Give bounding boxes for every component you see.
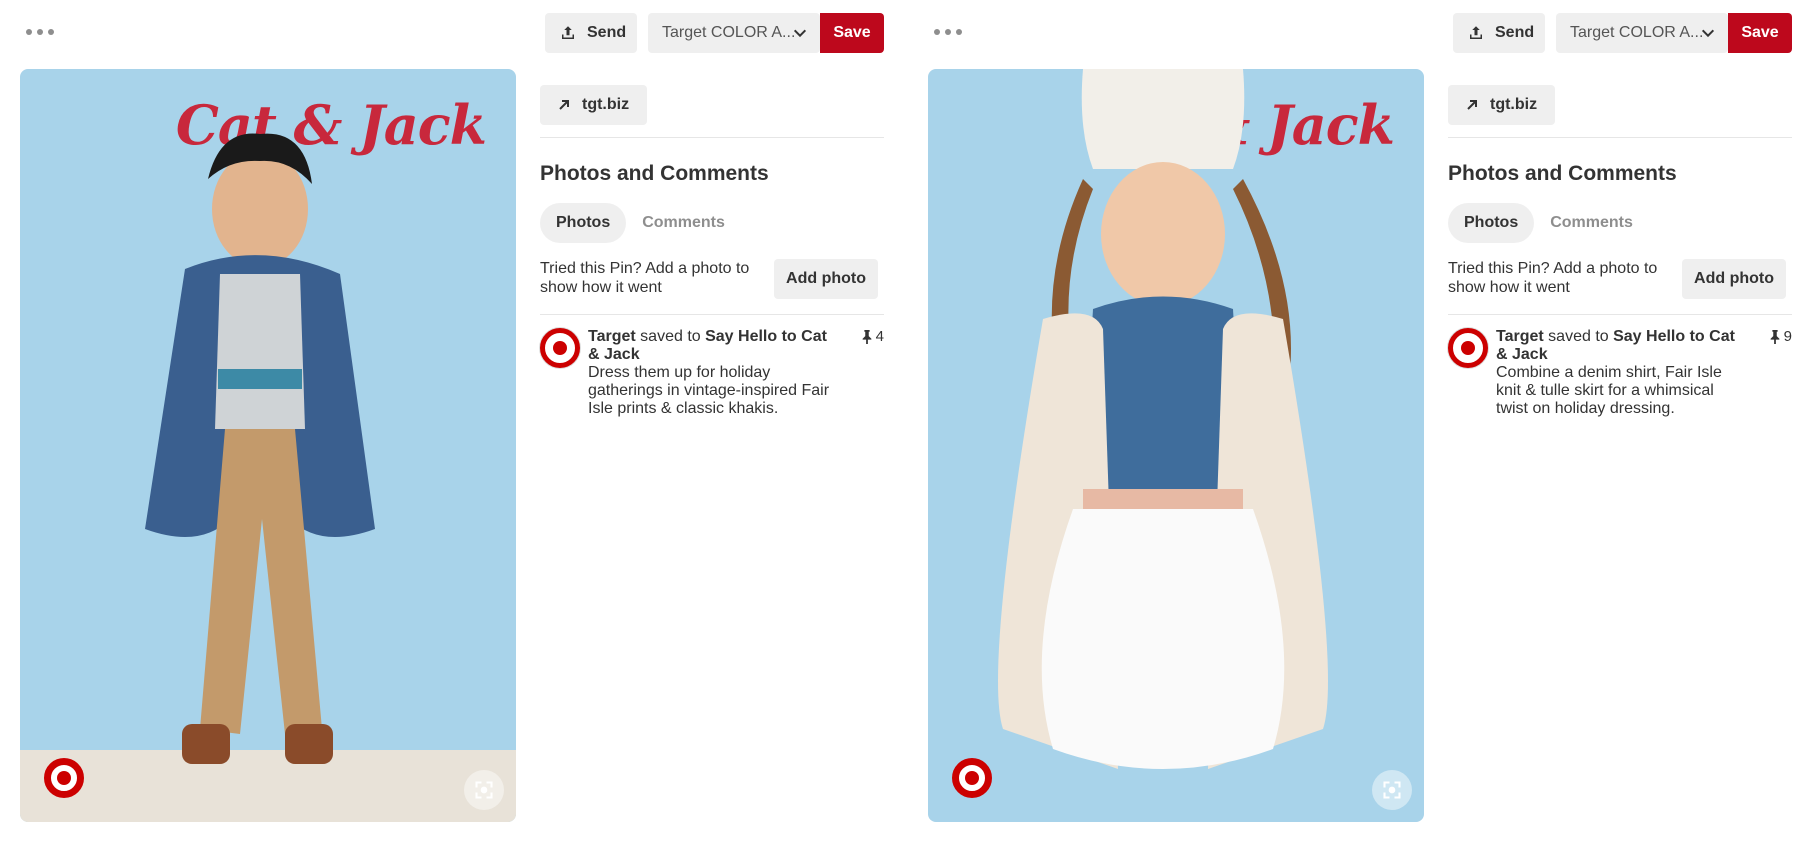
- board-select-label: Target COLOR A...: [1570, 24, 1704, 41]
- chevron-down-icon: [1701, 29, 1715, 38]
- saved-to-text: saved to: [1548, 328, 1609, 345]
- tried-pin-text: Tried this Pin? Add a photo to show how …: [1448, 260, 1658, 296]
- arrow-up-right-icon: [559, 100, 569, 110]
- pin-icon: [1770, 329, 1780, 344]
- add-photo-button[interactable]: Add photo: [774, 259, 878, 299]
- more-options-icon[interactable]: [934, 22, 962, 42]
- comment-user[interactable]: Target: [1496, 328, 1544, 345]
- save-label: Save: [833, 24, 871, 41]
- tried-pin-text: Tried this Pin? Add a photo to show how …: [540, 260, 750, 296]
- child-figure: [998, 69, 1328, 769]
- chevron-down-icon: [793, 29, 807, 38]
- source-link-label: tgt.biz: [582, 96, 630, 113]
- save-label: Save: [1741, 24, 1779, 41]
- avatar[interactable]: [540, 328, 580, 368]
- comment-description: Dress them up for holiday gatherings in …: [588, 364, 830, 417]
- add-photo-button[interactable]: Add photo: [1682, 259, 1786, 299]
- expand-icon[interactable]: [1372, 770, 1412, 810]
- pin-card-2: Send Target COLOR A... Save Cat & Jack t…: [908, 0, 1800, 845]
- target-logo-icon: [952, 758, 992, 798]
- pin-image[interactable]: Cat & Jack: [928, 69, 1424, 822]
- send-label: Send: [587, 24, 627, 41]
- pin-icon: [862, 329, 872, 344]
- send-icon: [1470, 26, 1482, 39]
- pin-image[interactable]: Cat & Jack: [20, 69, 516, 822]
- save-button[interactable]: Save: [1728, 13, 1792, 53]
- saved-to-text: saved to: [640, 328, 701, 345]
- source-link-button[interactable]: tgt.biz: [540, 85, 648, 125]
- repin-count: 4: [861, 328, 884, 345]
- divider: [1448, 137, 1792, 138]
- save-button[interactable]: Save: [820, 13, 884, 53]
- divider: [540, 137, 884, 138]
- more-options-icon[interactable]: [26, 22, 54, 42]
- source-link-button[interactable]: tgt.biz: [1448, 85, 1556, 125]
- tab-comments[interactable]: Comments: [626, 203, 741, 243]
- board-select[interactable]: Target COLOR A...: [1556, 13, 1728, 53]
- repin-count-value: 9: [1783, 328, 1792, 345]
- expand-icon[interactable]: [464, 770, 504, 810]
- comment-body: Target saved to Say Hello to Cat & Jack …: [588, 328, 836, 418]
- divider: [540, 314, 884, 315]
- board-select[interactable]: Target COLOR A...: [648, 13, 820, 53]
- child-figure: [145, 133, 375, 764]
- tabs: Photos Comments: [1448, 203, 1649, 243]
- board-select-label: Target COLOR A...: [662, 24, 796, 41]
- source-link-label: tgt.biz: [1490, 96, 1538, 113]
- arrow-up-right-icon: [1467, 100, 1477, 110]
- tab-photos[interactable]: Photos: [540, 203, 627, 243]
- target-logo-icon: [44, 758, 84, 798]
- tab-comments[interactable]: Comments: [1534, 203, 1649, 243]
- divider: [1448, 314, 1792, 315]
- comment-description: Combine a denim shirt, Fair Isle knit & …: [1496, 364, 1722, 417]
- tabs: Photos Comments: [540, 203, 741, 243]
- repin-count: 9: [1769, 328, 1792, 345]
- send-button[interactable]: Send: [545, 13, 637, 53]
- send-icon: [562, 26, 574, 39]
- comment-user[interactable]: Target: [588, 328, 636, 345]
- section-title: Photos and Comments: [540, 162, 769, 185]
- repin-count-value: 4: [875, 328, 884, 345]
- pin-card-1: Send Target COLOR A... Save Cat & Jack t…: [0, 0, 892, 845]
- section-title: Photos and Comments: [1448, 162, 1677, 185]
- send-label: Send: [1495, 24, 1535, 41]
- avatar[interactable]: [1448, 328, 1488, 368]
- comment-body: Target saved to Say Hello to Cat & Jack …: [1496, 328, 1744, 418]
- send-button[interactable]: Send: [1453, 13, 1545, 53]
- tab-photos[interactable]: Photos: [1448, 203, 1535, 243]
